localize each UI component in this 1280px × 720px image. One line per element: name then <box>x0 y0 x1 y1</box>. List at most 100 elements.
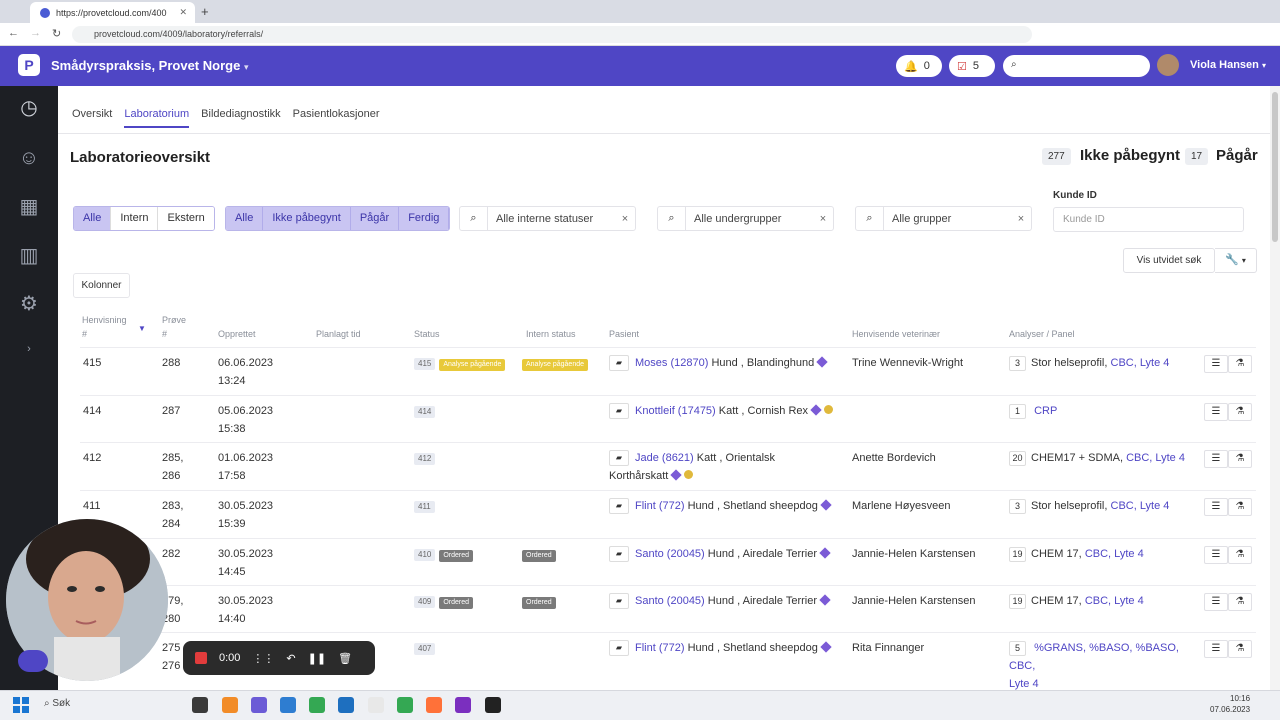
header-status[interactable]: Status <box>414 327 440 341</box>
patient-link[interactable]: Flint (772) <box>635 500 685 512</box>
columns-button[interactable]: Kolonner <box>73 273 130 298</box>
tasks-button[interactable]: ☑ 5 <box>949 55 995 77</box>
kunde-id-input[interactable]: Kunde ID <box>1053 207 1244 232</box>
pause-icon[interactable]: ❚❚ <box>308 652 326 665</box>
extended-search-button[interactable]: Vis utvidet søk <box>1123 248 1215 273</box>
tab-laboratorium[interactable]: Laboratorium <box>124 108 190 128</box>
patient-card-icon[interactable]: ▰ <box>609 593 629 610</box>
reload-icon[interactable]: ↻ <box>52 27 61 40</box>
status-not-started[interactable]: Ikke påbegynt <box>263 207 351 230</box>
header-analyser[interactable]: Analyser / Panel <box>1009 327 1075 341</box>
windows-start-icon[interactable] <box>13 697 29 713</box>
analysis-links[interactable]: CBC, Lyte 4 <box>1111 500 1170 512</box>
internal-status-filter[interactable]: ⌕ Alle interne statuser × <box>459 206 636 231</box>
tab-bildediagnostikk[interactable]: Bildediagnostikk <box>201 108 281 128</box>
app-icon-edge[interactable] <box>280 697 296 713</box>
scrollbar-thumb[interactable] <box>1272 92 1278 242</box>
taskbar-search[interactable]: ⌕ Søk <box>44 698 70 709</box>
stop-recording-icon[interactable] <box>195 652 207 664</box>
app-icon-slack[interactable] <box>368 697 384 713</box>
avatar[interactable] <box>1157 54 1179 76</box>
lab-tube-icon[interactable]: ⚗ <box>1228 546 1252 564</box>
reports-icon[interactable]: ▥ <box>16 243 42 269</box>
app-icon-chrome[interactable] <box>309 697 325 713</box>
ref-number[interactable]: 412 <box>83 449 101 467</box>
forward-icon[interactable]: → <box>30 27 41 39</box>
sort-desc-icon[interactable]: ▼ <box>138 324 146 333</box>
table-row[interactable]: 282 30.05.2023 14:45 410 Ordered Ordered ▰ Sant… <box>80 538 1256 585</box>
user-menu[interactable]: Viola Hansen ▾ <box>1190 59 1266 71</box>
app-icon-firefox[interactable] <box>426 697 442 713</box>
table-row[interactable]: 279, 280 30.05.2023 14:40 409 Ordered Ordered ▰… <box>80 585 1256 632</box>
status-in-progress[interactable]: Pågår <box>350 207 400 230</box>
app-icon-orange[interactable] <box>222 697 238 713</box>
expand-sidebar-icon[interactable]: › <box>16 336 42 362</box>
app-icon-dark[interactable] <box>485 697 501 713</box>
close-tab-icon[interactable]: ✕ <box>179 7 187 18</box>
header-opprettet[interactable]: Opprettet <box>218 327 256 341</box>
settings-gear-icon[interactable]: ⚙ <box>16 291 42 317</box>
details-list-icon[interactable]: ☰ <box>1204 546 1228 564</box>
clear-icon[interactable]: × <box>813 213 833 225</box>
status-all[interactable]: Alle <box>226 207 264 230</box>
table-row[interactable]: 411 283, 284 30.05.2023 15:39 411 ▰ Flint (772)… <box>80 490 1256 538</box>
header-prove[interactable]: Prøve # <box>162 313 186 341</box>
lab-tube-icon[interactable]: ⚗ <box>1228 403 1252 421</box>
dashboard-icon[interactable]: ◷ <box>16 95 42 121</box>
lab-tube-icon[interactable]: ⚗ <box>1228 593 1252 611</box>
app-icon-store[interactable] <box>338 697 354 713</box>
url-field[interactable]: provetcloud.com/4009/laboratory/referral… <box>72 26 1032 43</box>
patient-card-icon[interactable]: ▰ <box>609 403 629 420</box>
status-done[interactable]: Ferdig <box>399 207 450 230</box>
details-list-icon[interactable]: ☰ <box>1204 403 1228 421</box>
table-row[interactable]: 412 285, 286 01.06.2023 17:58 412 ▰ Jade (8621)… <box>80 442 1256 490</box>
table-row[interactable]: 415 288 06.06.2023 13:24 415 Analyse pågående… <box>80 347 1256 395</box>
new-tab-icon[interactable]: + <box>201 4 209 19</box>
groups-filter[interactable]: ⌕ Alle grupper × <box>855 206 1032 231</box>
back-icon[interactable]: ← <box>8 27 19 39</box>
clock[interactable]: 10:16 07.06.2023 <box>1210 693 1250 715</box>
ref-number[interactable]: 411 <box>83 497 101 515</box>
table-row[interactable]: 414 287 05.06.2023 15:38 414 ▰ Knottleif (1747… <box>80 395 1256 442</box>
patient-card-icon[interactable]: ▰ <box>609 546 629 563</box>
subgroups-filter[interactable]: ⌕ Alle undergrupper × <box>657 206 834 231</box>
patient-link[interactable]: Santo (20045) <box>635 548 705 560</box>
header-veterinaer[interactable]: Henvisende veterinær <box>852 327 940 341</box>
lab-tube-icon[interactable]: ⚗ <box>1228 498 1252 516</box>
header-pasient[interactable]: Pasient <box>609 327 639 341</box>
browser-tab[interactable]: https://provetcloud.com/400 ✕ <box>30 2 195 23</box>
grid-icon[interactable]: ⋮⋮ <box>252 652 274 665</box>
provet-logo-icon[interactable]: P <box>18 54 40 76</box>
analysis-links[interactable]: CBC, Lyte 4 <box>1126 452 1185 464</box>
app-icon-teams[interactable] <box>251 697 267 713</box>
patient-card-icon[interactable]: ▰ <box>609 355 629 372</box>
header-planlagt[interactable]: Planlagt tid <box>316 327 361 341</box>
header-intern-status[interactable]: Intern status <box>526 327 576 341</box>
analysis-links[interactable]: CBC, Lyte 4 <box>1085 548 1144 560</box>
clients-icon[interactable]: ☺ <box>16 145 42 171</box>
patient-link[interactable]: Flint (772) <box>635 642 685 654</box>
type-all[interactable]: Alle <box>74 207 112 230</box>
clinic-selector[interactable]: Smådyrspraksis, Provet Norge ▾ <box>51 58 248 73</box>
lab-tube-icon[interactable]: ⚗ <box>1228 640 1252 658</box>
ref-number[interactable]: 414 <box>83 402 101 420</box>
clear-icon[interactable]: × <box>1011 213 1031 225</box>
task-view-icon[interactable] <box>192 697 208 713</box>
calendar-icon[interactable]: ▦ <box>16 194 42 220</box>
clear-icon[interactable]: × <box>615 213 635 225</box>
details-list-icon[interactable]: ☰ <box>1204 450 1228 468</box>
analysis-links[interactable]: CRP <box>1034 405 1057 417</box>
app-icon-chrome-active[interactable] <box>397 697 413 713</box>
global-search-input[interactable]: ⌕ <box>1003 55 1150 77</box>
scrollbar[interactable] <box>1270 86 1280 690</box>
tools-dropdown-button[interactable]: 🔧 ▾ <box>1215 248 1257 273</box>
header-henvisning[interactable]: Henvisning # <box>82 313 127 341</box>
type-intern[interactable]: Intern <box>111 207 159 230</box>
patient-link[interactable]: Knottleif (17475) <box>635 405 716 417</box>
type-ekstern[interactable]: Ekstern <box>158 207 214 230</box>
analysis-links[interactable]: CBC, Lyte 4 <box>1111 357 1170 369</box>
ref-number[interactable]: 415 <box>83 354 101 372</box>
notifications-button[interactable]: 🔔 0 <box>896 55 942 77</box>
patient-link[interactable]: Jade (8621) <box>635 452 694 464</box>
tab-oversikt[interactable]: Oversikt <box>72 108 112 128</box>
